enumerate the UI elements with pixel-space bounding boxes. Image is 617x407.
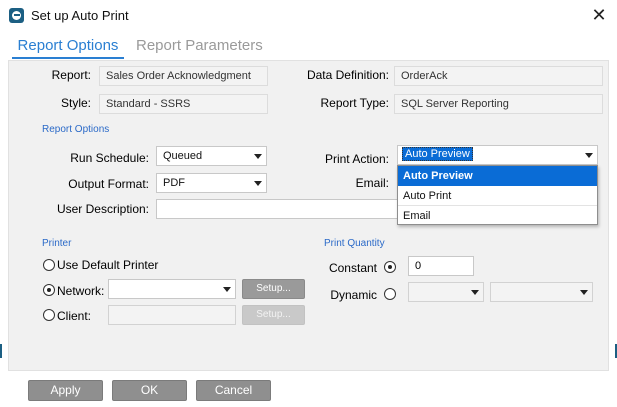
report-label: Report: <box>51 68 91 82</box>
dropdown-option-auto-preview[interactable]: Auto Preview <box>398 166 597 186</box>
style-field: Standard - SSRS <box>99 94 268 114</box>
run-schedule-select[interactable]: Queued <box>156 146 267 166</box>
client-setup-button[interactable]: Setup... <box>242 305 305 325</box>
chevron-down-icon <box>254 154 262 159</box>
network-label: Network: <box>57 284 105 298</box>
output-format-select[interactable]: PDF <box>156 173 267 193</box>
user-description-label: User Description: <box>56 202 149 216</box>
tab-report-parameters[interactable]: Report Parameters <box>136 37 263 54</box>
network-printer-select[interactable] <box>108 279 236 299</box>
chevron-down-icon <box>254 181 262 186</box>
print-action-select[interactable]: Auto Preview <box>397 145 598 165</box>
print-action-label: Print Action: <box>324 152 389 166</box>
close-icon[interactable]: ✕ <box>590 6 608 25</box>
data-definition-label: Data Definition: <box>306 68 389 82</box>
dropdown-option-auto-print[interactable]: Auto Print <box>398 186 597 206</box>
constant-quantity-input[interactable]: 0 <box>408 256 474 276</box>
output-format-value: PDF <box>163 177 185 189</box>
data-definition-field: OrderAck <box>394 66 603 86</box>
run-schedule-value: Queued <box>163 150 203 162</box>
dropdown-option-email[interactable]: Email <box>398 206 597 226</box>
style-label: Style: <box>60 96 91 110</box>
constant-label: Constant <box>328 261 377 275</box>
report-type-label: Report Type: <box>320 96 389 110</box>
client-label: Client: <box>57 309 92 323</box>
report-type-field: SQL Server Reporting <box>394 94 603 114</box>
constant-radio[interactable] <box>384 261 396 273</box>
apply-button[interactable]: Apply <box>28 380 103 401</box>
run-schedule-label: Run Schedule: <box>70 151 149 165</box>
client-printer-input[interactable] <box>108 305 236 325</box>
print-action-dropdown-list: Auto Preview Auto Print Email <box>397 165 598 225</box>
network-setup-button[interactable]: Setup... <box>242 279 305 299</box>
dynamic-field-select[interactable] <box>408 282 484 302</box>
email-label: Email: <box>355 176 389 190</box>
dynamic-source-select[interactable] <box>490 282 593 302</box>
tab-report-options[interactable]: Report Options <box>12 35 124 59</box>
user-description-input[interactable] <box>156 199 401 219</box>
print-action-value: Auto Preview <box>402 147 473 161</box>
report-field: Sales Order Acknowledgment <box>99 66 268 86</box>
window-title: Set up Auto Print <box>31 8 129 23</box>
network-radio[interactable] <box>43 284 55 296</box>
chevron-down-icon <box>585 153 593 158</box>
chevron-down-icon <box>471 290 479 295</box>
ok-button[interactable]: OK <box>112 380 187 401</box>
report-options-section-title: Report Options <box>42 124 110 135</box>
client-radio[interactable] <box>43 309 55 321</box>
print-quantity-section-title: Print Quantity <box>324 238 385 249</box>
cancel-button[interactable]: Cancel <box>196 380 271 401</box>
dynamic-label: Dynamic <box>330 288 377 302</box>
window-edge-accent <box>0 344 2 358</box>
use-default-printer-label: Use Default Printer <box>57 258 159 272</box>
use-default-printer-radio[interactable] <box>43 259 55 271</box>
chevron-down-icon <box>223 287 231 292</box>
dynamic-radio[interactable] <box>384 288 396 300</box>
chevron-down-icon <box>580 290 588 295</box>
app-logo-icon <box>9 8 24 23</box>
printer-section-title: Printer <box>42 238 72 249</box>
output-format-label: Output Format: <box>68 177 149 191</box>
